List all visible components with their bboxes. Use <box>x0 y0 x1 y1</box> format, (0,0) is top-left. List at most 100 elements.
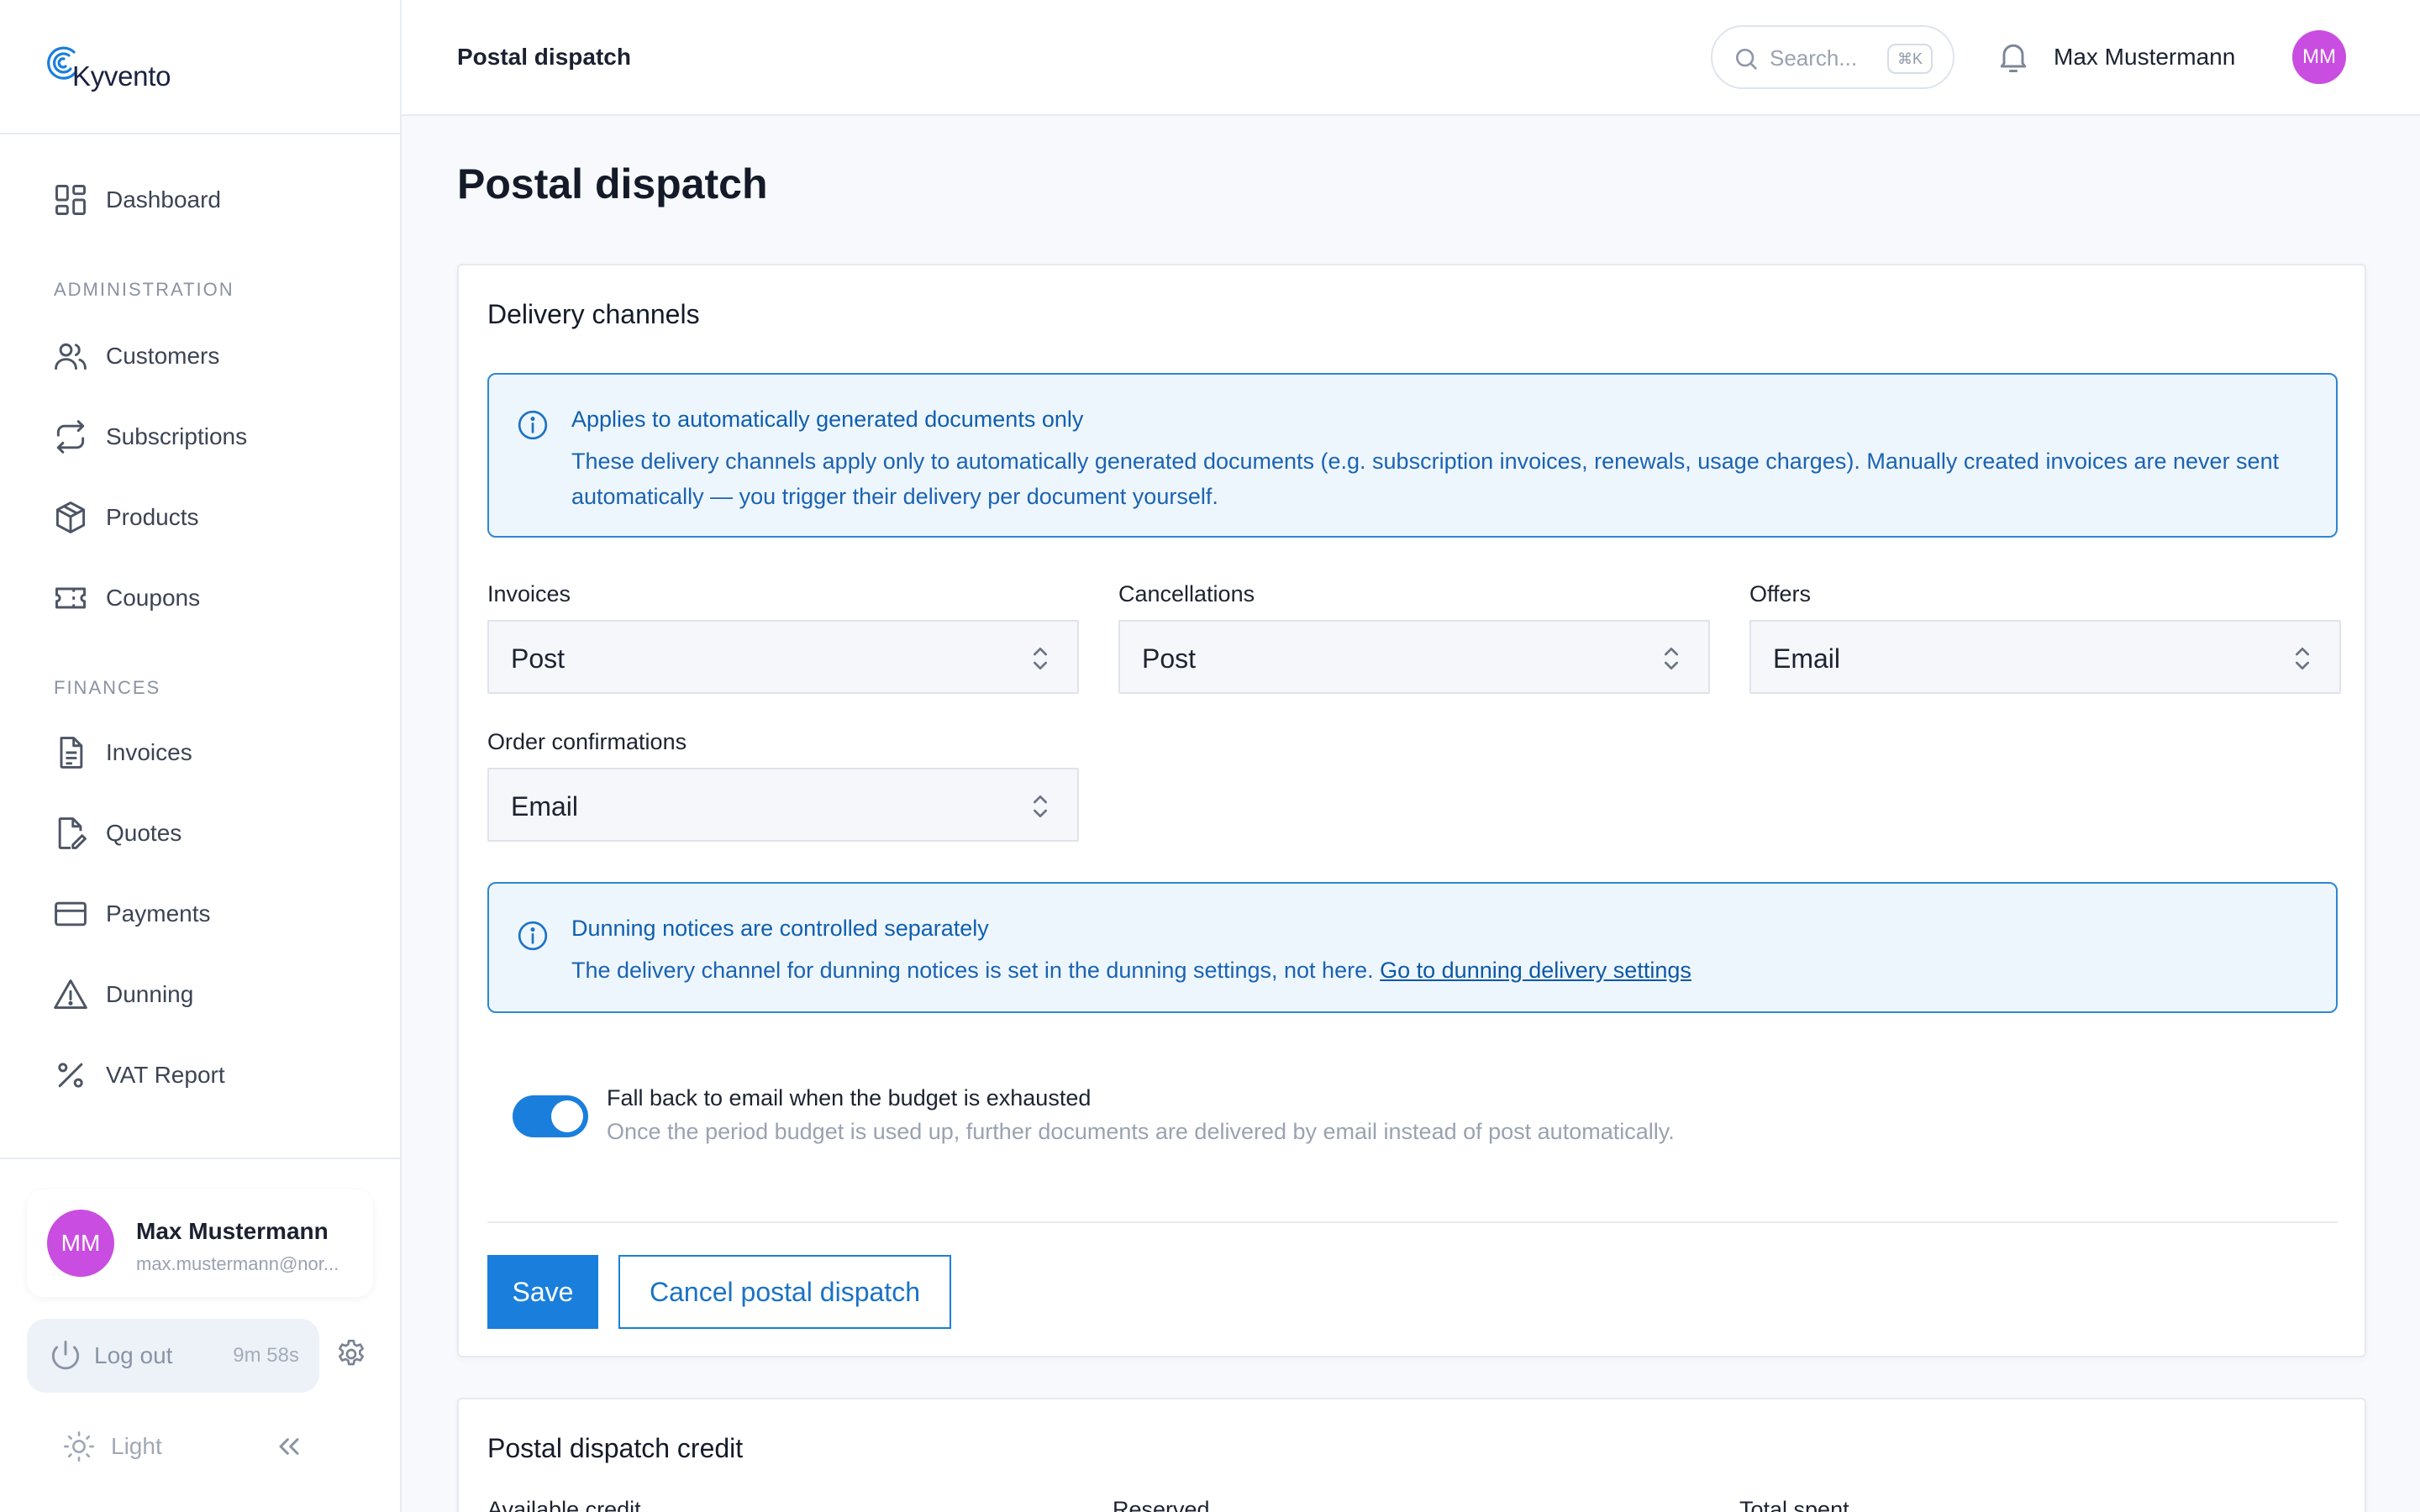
info-icon <box>518 410 548 440</box>
sidebar-footer: MM Max Mustermann max.mustermann@nor... … <box>0 1158 400 1512</box>
sidebar-item-label: Quotes <box>106 820 182 846</box>
sidebar-item-label: Subscriptions <box>106 423 248 449</box>
dunning-settings-link[interactable]: Go to dunning delivery settings <box>1380 958 1691 983</box>
info-notice-auto-documents: Applies to automatically generated docum… <box>487 373 2338 538</box>
reserved-label: Reserved <box>1113 1497 1210 1512</box>
save-button[interactable]: Save <box>487 1255 598 1329</box>
brand: Kyvento <box>0 0 400 134</box>
brand-name[interactable]: Kyvento <box>72 60 171 92</box>
percent-icon <box>58 1063 83 1088</box>
sidebar-item-customers[interactable]: Customers <box>29 324 373 388</box>
search-input[interactable] <box>1770 42 1887 74</box>
page-title: Postal dispatch <box>457 160 768 207</box>
sidebar-item-label: Customers <box>106 343 220 369</box>
sidebar-item-products[interactable]: Products <box>29 486 373 549</box>
sidebar-item-label: Products <box>106 504 199 530</box>
bell-icon <box>2000 44 2027 72</box>
select-value: Email <box>511 791 579 822</box>
sidebar-item-label: Invoices <box>106 739 192 765</box>
power-icon <box>51 1341 80 1370</box>
logout-label: Log out <box>94 1342 173 1368</box>
chevrons-left-icon <box>279 1438 299 1455</box>
offers-label: Offers <box>1749 581 1812 606</box>
sidebar-item-invoices[interactable]: Invoices <box>29 721 373 785</box>
invoices-select[interactable]: Post <box>487 620 1079 694</box>
cancellations-label: Cancellations <box>1118 581 1255 606</box>
breadcrumb: Postal dispatch <box>457 44 631 70</box>
avatar: MM <box>47 1210 114 1277</box>
sidebar-item-subscriptions[interactable]: Subscriptions <box>29 405 373 469</box>
info-icon <box>518 921 548 951</box>
document-edit-icon <box>58 817 87 849</box>
search-box[interactable]: ⌘K <box>1711 25 1954 89</box>
sidebar-item-label: Payments <box>106 900 211 927</box>
fallback-title: Fall back to email when the budget is ex… <box>607 1085 1092 1110</box>
sidebar-item-label: Dashboard <box>106 186 221 213</box>
section-finances: FINANCES <box>54 677 161 698</box>
sidebar-item-dashboard[interactable]: Dashboard <box>29 168 373 232</box>
cancellations-select[interactable]: Post <box>1118 620 1710 694</box>
sidebar-item-vat-report[interactable]: VAT Report <box>29 1043 373 1107</box>
select-value: Post <box>511 643 566 674</box>
sidebar-user-card[interactable]: MM Max Mustermann max.mustermann@nor... <box>27 1189 373 1297</box>
sidebar: Kyvento Dashboard ADMINISTRATION Custome… <box>0 0 402 1512</box>
notice-title: Dunning notices are controlled separatel… <box>571 916 989 941</box>
sidebar-item-label: VAT Report <box>106 1062 225 1088</box>
dashboard-icon <box>55 185 86 215</box>
cancel-postal-dispatch-button[interactable]: Cancel postal dispatch <box>618 1255 951 1329</box>
total-spent-label: Total spent <box>1739 1497 1849 1512</box>
session-timer: 9m 58s <box>233 1344 299 1367</box>
select-value: Post <box>1142 643 1197 674</box>
info-notice-dunning: Dunning notices are controlled separatel… <box>487 882 2338 1013</box>
repeat-icon <box>56 420 85 454</box>
notice-body: The delivery channel for dunning notices… <box>571 953 2302 988</box>
sidebar-item-label: Coupons <box>106 585 201 611</box>
avatar[interactable]: MM <box>2292 30 2346 84</box>
ticket-icon <box>55 587 86 609</box>
user-name: Max Mustermann <box>136 1218 329 1244</box>
notice-body: These delivery channels apply only to au… <box>571 449 2280 509</box>
order-confirmations-select[interactable]: Email <box>487 768 1079 842</box>
theme-toggle[interactable]: Light <box>62 1426 162 1467</box>
sidebar-item-quotes[interactable]: Quotes <box>29 801 373 865</box>
card-title: Delivery channels <box>487 299 700 329</box>
chevron-up-down-icon <box>1034 648 1047 669</box>
topbar-user-name[interactable]: Max Mustermann <box>2054 44 2235 71</box>
select-value: Email <box>1773 643 1841 674</box>
fallback-email-toggle[interactable] <box>513 1095 588 1137</box>
offers-select[interactable]: Email <box>1749 620 2341 694</box>
sidebar-item-coupons[interactable]: Coupons <box>29 566 373 630</box>
credit-card-icon <box>55 901 87 927</box>
order-confirmations-label: Order confirmations <box>487 729 687 754</box>
delivery-channels-card: Delivery channels Applies to automatical… <box>457 264 2366 1357</box>
document-icon <box>60 737 83 769</box>
card-title: Postal dispatch credit <box>487 1433 744 1463</box>
toggle-knob <box>551 1100 583 1132</box>
topbar: Postal dispatch ⌘K Max Mustermann MM <box>402 0 2420 116</box>
search-shortcut: ⌘K <box>1886 44 1933 74</box>
divider <box>487 1221 2338 1223</box>
users-icon <box>55 343 87 370</box>
notice-text: The delivery channel for dunning notices… <box>571 958 1374 983</box>
theme-label: Light <box>111 1433 162 1459</box>
chevron-up-down-icon <box>2296 648 2309 669</box>
user-email: max.mustermann@nor... <box>136 1253 339 1274</box>
settings-button[interactable] <box>334 1337 368 1371</box>
fallback-description: Once the period budget is used up, furth… <box>607 1119 1675 1144</box>
package-icon <box>55 501 86 533</box>
search-icon <box>1736 49 1757 70</box>
collapse-sidebar-button[interactable] <box>272 1430 306 1463</box>
available-credit-label: Available credit <box>487 1497 641 1512</box>
sidebar-item-label: Dunning <box>106 981 194 1007</box>
sun-icon <box>64 1431 94 1462</box>
chevron-up-down-icon <box>1034 795 1047 817</box>
logout-button[interactable]: Log out 9m 58s <box>27 1319 319 1393</box>
notice-title: Applies to automatically generated docum… <box>571 407 1084 432</box>
sidebar-item-payments[interactable]: Payments <box>29 882 373 946</box>
sidebar-item-dunning[interactable]: Dunning <box>29 963 373 1026</box>
invoices-label: Invoices <box>487 581 571 606</box>
warning-icon <box>54 979 87 1010</box>
gear-icon <box>339 1339 364 1366</box>
notifications-button[interactable] <box>1995 39 2032 76</box>
section-administration: ADMINISTRATION <box>54 279 234 300</box>
